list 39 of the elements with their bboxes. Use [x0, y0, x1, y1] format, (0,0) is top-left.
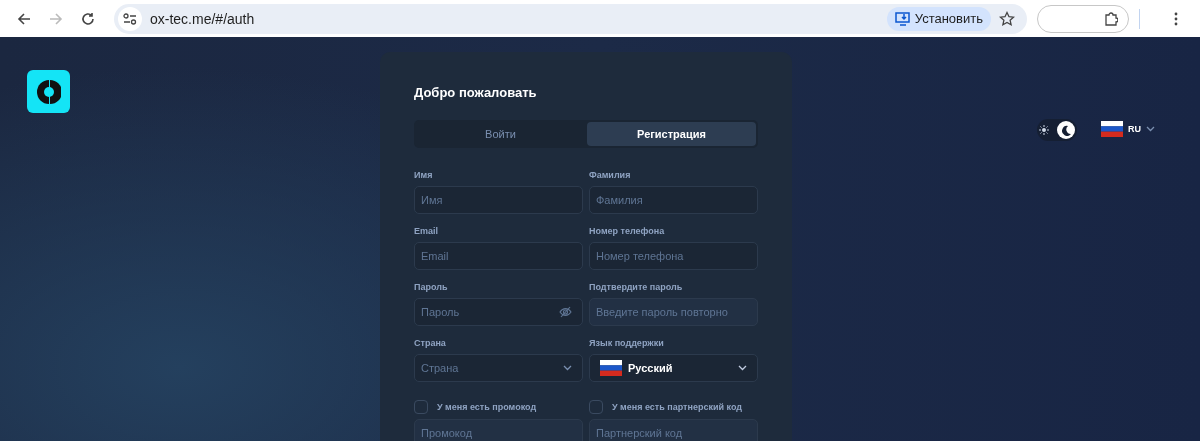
checkbox-label: У меня есть промокод	[437, 402, 537, 412]
field-label: Email	[414, 226, 439, 237]
tab[interactable]: Войти	[416, 122, 585, 146]
card-title: Добро пожаловать	[414, 85, 538, 100]
field-label: Имя	[414, 170, 434, 181]
chevron-down-icon	[1146, 126, 1155, 132]
moon-icon	[1060, 124, 1072, 136]
install-icon	[894, 11, 911, 26]
field-label: Фамилия	[589, 170, 632, 181]
chevron-down-icon	[738, 365, 747, 371]
theme-knob[interactable]	[1057, 121, 1075, 139]
theme-toggle[interactable]	[1037, 119, 1077, 141]
language-code: RU	[1128, 124, 1141, 134]
flag-icon	[600, 360, 622, 376]
app-logo-icon[interactable]	[27, 70, 70, 113]
tab[interactable]: Регистрация	[587, 122, 756, 146]
select-field[interactable]: Русский	[589, 354, 758, 382]
field-label: Страна	[414, 338, 447, 349]
site-settings-icon[interactable]	[118, 6, 142, 31]
checkbox-label: У меня есть партнерский код	[612, 402, 742, 412]
field-label: Пароль	[414, 282, 449, 293]
url-text: ox-tec.me/#/auth	[150, 10, 256, 27]
select-field[interactable]: Страна	[414, 354, 583, 382]
flag-icon	[1101, 121, 1123, 137]
install-button[interactable]: Установить	[886, 6, 991, 31]
field-label: Язык поддержки	[589, 338, 665, 349]
input-field[interactable]: Пароль	[414, 298, 583, 326]
input-field[interactable]: Имя	[414, 186, 583, 214]
sun-icon	[1039, 125, 1049, 135]
input-field[interactable]: Фамилия	[589, 186, 758, 214]
field-label: Подтвердите пароль	[589, 282, 684, 293]
chevron-down-icon	[563, 365, 572, 371]
input-field[interactable]: Email	[414, 242, 583, 270]
puzzle-icon[interactable]	[1104, 11, 1118, 26]
language-selector[interactable]: RU	[1101, 121, 1155, 137]
address-bar[interactable]: ox-tec.me/#/auth Установить	[114, 3, 1027, 34]
eye-off-icon[interactable]	[559, 306, 572, 318]
input-field[interactable]: Номер телефона	[589, 242, 758, 270]
field-label: Номер телефона	[589, 226, 666, 237]
